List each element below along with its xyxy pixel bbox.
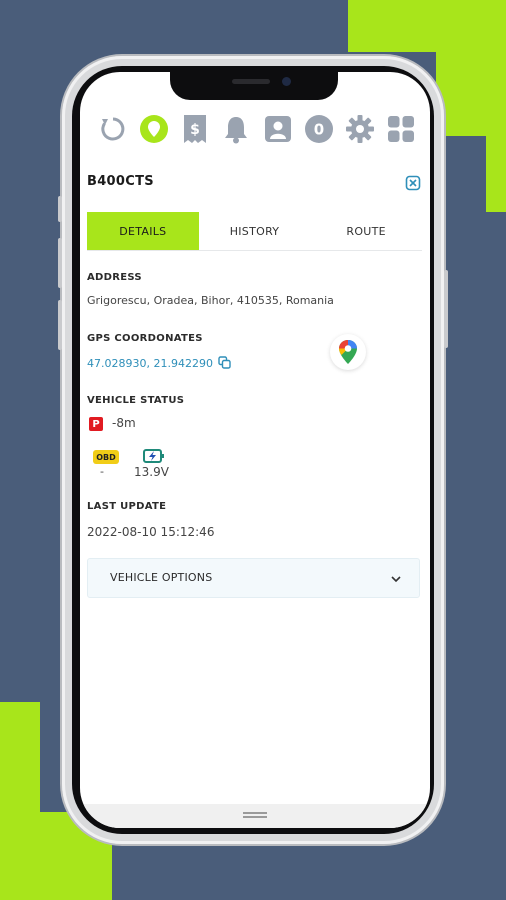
chevron-down-icon bbox=[389, 571, 403, 585]
refresh-icon[interactable] bbox=[98, 114, 128, 144]
svg-text:0: 0 bbox=[313, 121, 323, 139]
close-icon[interactable] bbox=[405, 175, 421, 191]
app-screen: $ 0 B400CTS DETAILS HISTORY ROUTE ADDRES… bbox=[80, 72, 430, 828]
last-update-label: LAST UPDATE bbox=[87, 501, 167, 512]
svg-text:$: $ bbox=[190, 122, 200, 138]
obd-value: - bbox=[100, 465, 104, 478]
vehicle-plate: B400CTS bbox=[87, 174, 154, 189]
invoice-icon[interactable]: $ bbox=[180, 114, 210, 144]
phone-side-button bbox=[58, 300, 62, 350]
vehicle-options-dropdown[interactable]: VEHICLE OPTIONS bbox=[87, 558, 420, 598]
address-label: ADDRESS bbox=[87, 272, 142, 283]
contact-icon[interactable] bbox=[263, 114, 293, 144]
google-maps-button[interactable] bbox=[330, 334, 366, 370]
phone-side-button bbox=[58, 238, 62, 288]
phone-notch bbox=[170, 70, 338, 100]
vehicle-status-label: VEHICLE STATUS bbox=[87, 395, 185, 406]
menu-handle-icon[interactable] bbox=[243, 812, 267, 814]
tab-route[interactable]: ROUTE bbox=[310, 212, 422, 250]
tab-history[interactable]: HISTORY bbox=[199, 212, 311, 250]
phone-side-button bbox=[58, 196, 62, 222]
vehicle-options-label: VEHICLE OPTIONS bbox=[110, 571, 213, 584]
map-pin-icon bbox=[339, 340, 357, 364]
grid-icon[interactable] bbox=[386, 114, 416, 144]
top-toolbar: $ 0 bbox=[98, 112, 416, 146]
phone-side-button bbox=[444, 270, 448, 348]
zero-badge-icon[interactable]: 0 bbox=[304, 114, 334, 144]
gear-icon[interactable] bbox=[345, 114, 375, 144]
parking-icon: P bbox=[89, 417, 103, 431]
gps-coordinates[interactable]: 47.028930, 21.942290 bbox=[87, 357, 213, 370]
parking-duration: -8m bbox=[112, 416, 136, 430]
tab-bar: DETAILS HISTORY ROUTE bbox=[87, 212, 422, 251]
address-value: Grigorescu, Oradea, Bihor, 410535, Roman… bbox=[87, 294, 334, 307]
gps-label: GPS COORDONATES bbox=[87, 333, 203, 344]
bell-icon[interactable] bbox=[221, 114, 251, 144]
navigation-bar bbox=[80, 804, 430, 828]
gps-value-row: 47.028930, 21.942290 bbox=[87, 356, 232, 372]
location-pin-icon[interactable] bbox=[139, 114, 169, 144]
tab-details[interactable]: DETAILS bbox=[87, 212, 199, 250]
bg-accent-block bbox=[486, 136, 506, 212]
battery-icon bbox=[143, 448, 165, 464]
battery-voltage: 13.9V bbox=[134, 465, 169, 479]
obd-icon: OBD bbox=[93, 450, 119, 464]
copy-icon[interactable] bbox=[218, 356, 232, 372]
bg-accent-block bbox=[436, 0, 506, 136]
last-update-value: 2022-08-10 15:12:46 bbox=[87, 525, 215, 539]
vehicle-header: B400CTS bbox=[87, 174, 421, 194]
